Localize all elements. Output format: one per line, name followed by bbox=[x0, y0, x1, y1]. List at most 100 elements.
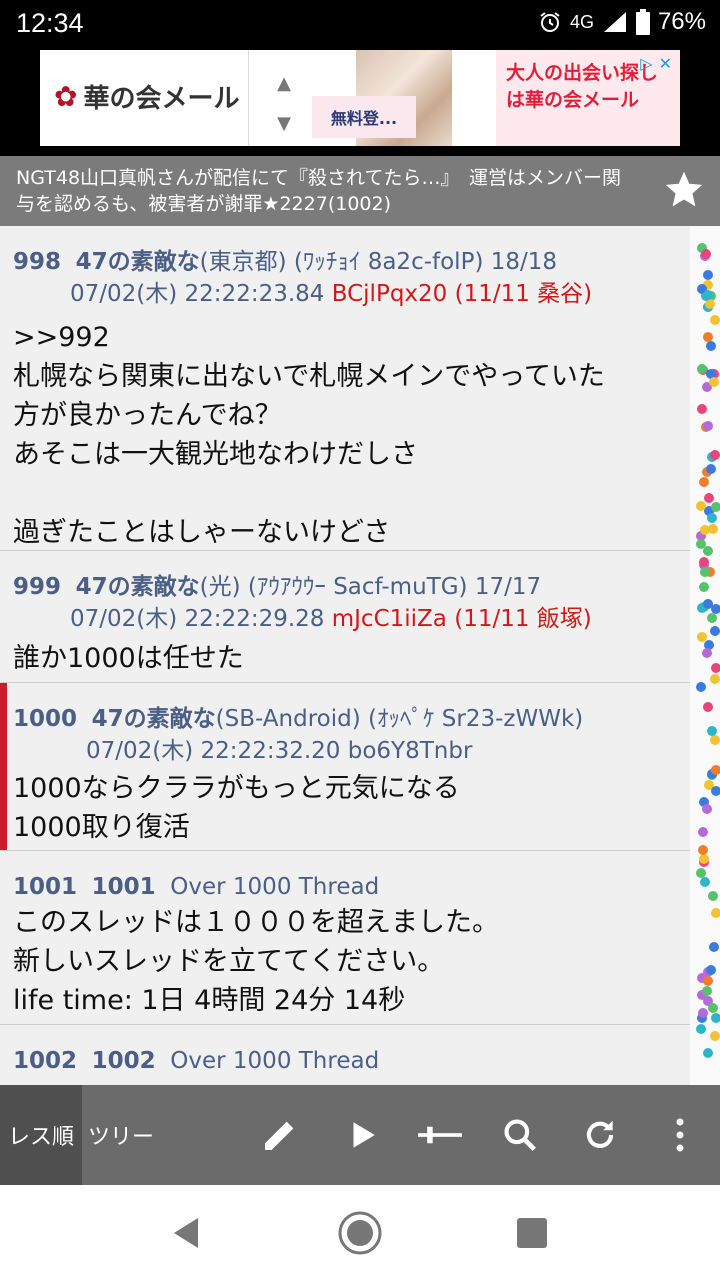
post-datetime: 07/02(木) 22:22:23.84 bbox=[70, 281, 325, 307]
scroll-marker bbox=[696, 501, 706, 511]
ad-free-register[interactable]: 無料登... bbox=[312, 96, 416, 138]
scroll-marker bbox=[703, 599, 713, 609]
network-label: 4G bbox=[569, 11, 594, 32]
search-icon[interactable] bbox=[498, 1113, 542, 1157]
post-count: (11/11 桑谷) bbox=[454, 281, 593, 307]
post-count: (11/11 飯塚) bbox=[454, 606, 592, 632]
thread-title: NGT48山口真帆さんが配信にて『殺されてたら…』 運営はメンバー関与を認めるも… bbox=[16, 167, 621, 215]
post-body: 誰か1000は任せた bbox=[13, 643, 244, 674]
scroll-marker bbox=[697, 632, 707, 642]
post-meta: (ﾜｯﾁｮｲ 8a2c-folP) 18/18 bbox=[293, 249, 558, 275]
post-datetime: 07/02(木) 22:22:29.28 bbox=[70, 606, 325, 632]
pencil-icon[interactable] bbox=[258, 1113, 302, 1157]
scroll-marker bbox=[703, 290, 713, 300]
scroll-marker bbox=[711, 1013, 720, 1023]
post-name: 47の素敵な bbox=[75, 574, 200, 600]
scroll-marker bbox=[698, 845, 708, 855]
post-body: 1000ならクララがもっと元気になる 1000取り復活 bbox=[13, 773, 460, 843]
ad-logo: ✿ 華の会メール bbox=[54, 78, 239, 115]
home-icon[interactable] bbox=[336, 1209, 384, 1257]
post-id[interactable]: BCjlPqx20 bbox=[332, 281, 448, 307]
scroll-marker bbox=[699, 477, 709, 487]
post-999[interactable]: 999 47の素敵な(光) (ｱｳｱｳｳｰ Sacf-muTG) 17/17 0… bbox=[0, 551, 690, 683]
scroll-marker bbox=[702, 648, 712, 658]
scroll-marker bbox=[696, 682, 706, 692]
post-meta: (ｱｳｱｳｳｰ Sacf-muTG) 17/17 bbox=[247, 574, 542, 600]
refresh-icon[interactable] bbox=[578, 1113, 622, 1157]
post-body: このスレッドは１０００を超えました。 新しいスレッドを立ててください。 life… bbox=[13, 907, 499, 1016]
close-icon[interactable]: ✕ bbox=[659, 54, 672, 73]
scroll-marker bbox=[711, 786, 720, 796]
adchoices-icon[interactable]: ▷ bbox=[640, 54, 652, 73]
post-id[interactable]: bo6Y8Tnbr bbox=[348, 738, 473, 764]
star-icon[interactable] bbox=[662, 168, 706, 212]
scroll-marker bbox=[699, 854, 709, 864]
post-meta: Over 1000 Thread bbox=[170, 874, 380, 900]
scroll-marker bbox=[709, 942, 719, 952]
scroll-marker bbox=[708, 1003, 718, 1013]
recents-icon[interactable] bbox=[508, 1209, 556, 1257]
post-region: (東京都) bbox=[199, 249, 287, 275]
post-number[interactable]: 1001 bbox=[13, 874, 77, 900]
flower-icon: ✿ bbox=[54, 80, 78, 113]
play-icon[interactable] bbox=[340, 1113, 384, 1157]
ad-copy-line1: 大人の出会い探し bbox=[506, 62, 659, 84]
arrow-down-icon: ▼ bbox=[277, 113, 291, 134]
back-icon[interactable] bbox=[162, 1209, 210, 1257]
post-number[interactable]: 998 bbox=[13, 249, 61, 275]
tab-tree[interactable]: ツリー bbox=[82, 1085, 160, 1185]
post-id[interactable]: mJcC1iiZa bbox=[332, 606, 447, 632]
scroll-sidebar[interactable] bbox=[690, 226, 720, 1085]
more-icon[interactable] bbox=[658, 1113, 702, 1157]
post-region: (光) bbox=[199, 574, 241, 600]
ad-controls: ▷ ✕ bbox=[640, 54, 672, 73]
scroll-marker bbox=[711, 502, 720, 512]
scroll-marker bbox=[702, 986, 712, 996]
status-time: 12:34 bbox=[16, 8, 84, 38]
post-name: 47の素敵な bbox=[75, 249, 200, 275]
scroll-marker bbox=[703, 976, 713, 986]
scroll-marker bbox=[701, 249, 711, 259]
scroll-marker bbox=[711, 663, 720, 673]
ad-copy-line2: は華の会メール bbox=[506, 89, 640, 111]
scroll-marker bbox=[706, 341, 716, 351]
scroll-marker bbox=[704, 493, 714, 503]
post-name: 47の素敵な bbox=[91, 706, 216, 732]
scroll-marker bbox=[703, 421, 713, 431]
scroll-marker bbox=[698, 827, 708, 837]
post-number[interactable]: 999 bbox=[13, 574, 61, 600]
scroll-marker bbox=[711, 908, 720, 918]
post-1001[interactable]: 1001 1001 Over 1000 Thread このスレッドは１０００を超… bbox=[0, 851, 690, 1025]
bottom-toolbar: レス順 ツリー bbox=[0, 1085, 720, 1185]
post-998[interactable]: 998 47の素敵な(東京都) (ﾜｯﾁｮｲ 8a2c-folP) 18/18 … bbox=[0, 226, 690, 551]
signal-icon bbox=[602, 10, 628, 34]
arrow-up-icon: ▲ bbox=[277, 73, 291, 94]
scroll-marker bbox=[702, 804, 712, 814]
scroll-marker bbox=[703, 702, 713, 712]
post-name: 1001 bbox=[91, 874, 156, 900]
battery-percent: 76% bbox=[657, 8, 706, 35]
scroll-marker bbox=[710, 626, 720, 636]
scroll-marker bbox=[697, 364, 707, 374]
post-number[interactable]: 1002 bbox=[13, 1048, 77, 1074]
post-number[interactable]: 1000 bbox=[13, 706, 77, 732]
scroll-marker bbox=[700, 525, 710, 535]
post-1002[interactable]: 1002 1002 Over 1000 Thread bbox=[0, 1025, 690, 1085]
scroll-marker bbox=[707, 726, 717, 736]
post-meta: (ｵｯﾍﾟｹ Sr23-zWWk) bbox=[368, 706, 584, 732]
tab-res-order[interactable]: レス順 bbox=[0, 1085, 82, 1185]
post-list[interactable]: 998 47の素敵な(東京都) (ﾜｯﾁｮｲ 8a2c-folP) 18/18 … bbox=[0, 226, 690, 1085]
scroll-marker bbox=[699, 557, 709, 567]
post-meta: Over 1000 Thread bbox=[170, 1048, 380, 1074]
scroll-marker bbox=[710, 1031, 720, 1041]
scroll-marker bbox=[707, 613, 717, 623]
post-1000[interactable]: 1000 47の素敵な(SB-Android) (ｵｯﾍﾟｹ Sr23-zWWk… bbox=[0, 683, 690, 851]
scroll-marker bbox=[706, 464, 716, 474]
ad-banner[interactable]: ✿ 華の会メール ▲ ▼ 無料登... 大人の出会い探し は華の会メール ▷ ✕ bbox=[40, 50, 680, 146]
scroll-marker bbox=[700, 877, 710, 887]
ad-brand: 華の会メール bbox=[83, 84, 240, 114]
ad-copy: 大人の出会い探し は華の会メール bbox=[506, 60, 658, 114]
scroll-marker bbox=[697, 404, 707, 414]
post-region: (SB-Android) bbox=[215, 706, 361, 732]
slider-icon[interactable] bbox=[418, 1113, 462, 1157]
